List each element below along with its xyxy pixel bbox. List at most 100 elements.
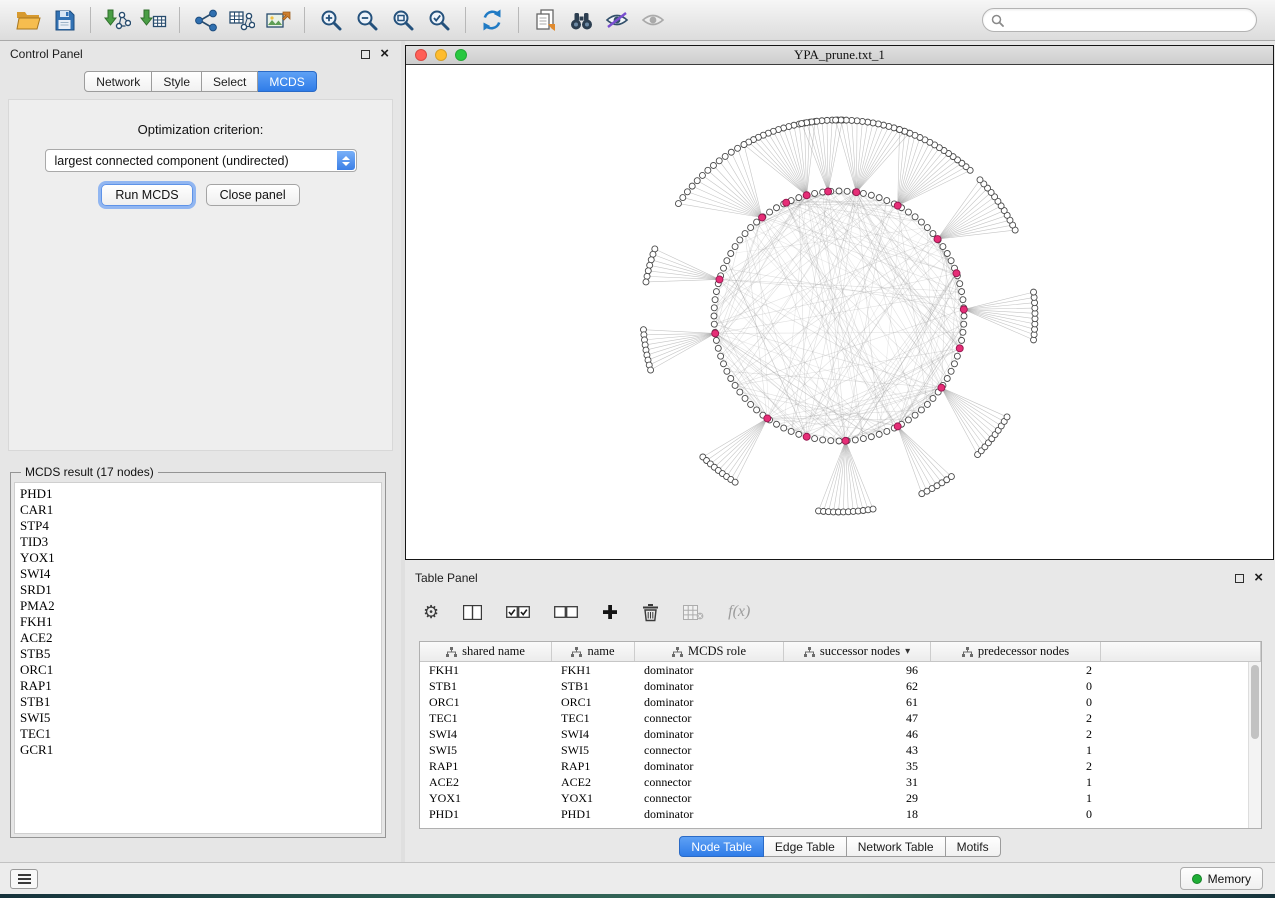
- tab-select[interactable]: Select: [202, 71, 258, 92]
- table-cell: 2: [931, 758, 1101, 774]
- find-button[interactable]: [563, 4, 599, 36]
- tab-motifs[interactable]: Motifs: [946, 836, 1001, 857]
- column-header-MCDS-role[interactable]: MCDS role: [635, 642, 784, 661]
- criterion-dropdown[interactable]: largest connected component (undirected): [45, 149, 357, 172]
- table-settings-gear-icon[interactable]: ⚙: [423, 603, 439, 621]
- table-row[interactable]: FKH1FKH1dominator962: [420, 662, 1261, 678]
- export-image-button[interactable]: [260, 4, 296, 36]
- import-network-button[interactable]: [99, 4, 135, 36]
- network-view-window: YPA_prune.txt_1: [405, 45, 1274, 560]
- mcds-result-item[interactable]: STB5: [20, 646, 381, 662]
- search-input[interactable]: [1010, 13, 1248, 27]
- table-row[interactable]: SWI4SWI4dominator462: [420, 726, 1261, 742]
- tab-network[interactable]: Network: [84, 71, 152, 92]
- table-row[interactable]: ORC1ORC1dominator610: [420, 694, 1261, 710]
- zoom-out-button[interactable]: [349, 4, 385, 36]
- column-header-successor-nodes[interactable]: successor nodes▾: [784, 642, 931, 661]
- new-network-button[interactable]: [188, 4, 224, 36]
- table-cell: dominator: [635, 662, 784, 678]
- delete-column-icon[interactable]: [642, 603, 659, 622]
- criterion-selected-value: largest connected component (undirected): [55, 154, 289, 168]
- table-cell: 96: [784, 662, 931, 678]
- eye-icon: [640, 10, 666, 30]
- status-bar: Memory: [0, 862, 1275, 894]
- mcds-result-item[interactable]: PMA2: [20, 598, 381, 614]
- table-cell: 2: [931, 710, 1101, 726]
- hide-selected-button[interactable]: [599, 4, 635, 36]
- tab-node-table[interactable]: Node Table: [679, 836, 764, 857]
- select-all-icon[interactable]: [506, 606, 530, 618]
- mcds-result-item[interactable]: TEC1: [20, 726, 381, 742]
- show-columns-icon[interactable]: [463, 605, 482, 620]
- table-row[interactable]: TEC1TEC1connector472: [420, 710, 1261, 726]
- zoom-in-button[interactable]: [313, 4, 349, 36]
- window-minimize-button[interactable]: [435, 49, 447, 61]
- tab-style[interactable]: Style: [152, 71, 202, 92]
- column-header-name[interactable]: name: [552, 642, 635, 661]
- float-table-panel-icon[interactable]: [1235, 574, 1244, 583]
- zoom-fit-button[interactable]: [385, 4, 421, 36]
- table-toolbar: ⚙: [405, 591, 1275, 633]
- deselect-all-icon[interactable]: [554, 606, 578, 618]
- tab-edge-table[interactable]: Edge Table: [764, 836, 847, 857]
- main-toolbar: [0, 0, 1275, 41]
- table-row[interactable]: PHD1PHD1dominator180: [420, 806, 1261, 822]
- status-menu-button[interactable]: [10, 869, 38, 889]
- mcds-result-item[interactable]: FKH1: [20, 614, 381, 630]
- mcds-result-item[interactable]: RAP1: [20, 678, 381, 694]
- open-file-button[interactable]: [10, 4, 46, 36]
- mcds-result-item[interactable]: STP4: [20, 518, 381, 534]
- tab-mcds[interactable]: MCDS: [258, 71, 316, 92]
- show-all-button[interactable]: [635, 4, 671, 36]
- table-cell: 2: [931, 662, 1101, 678]
- close-table-panel-icon[interactable]: ×: [1252, 573, 1265, 583]
- table-scrollbar[interactable]: [1248, 662, 1261, 828]
- zoom-selected-button[interactable]: [421, 4, 457, 36]
- float-panel-icon[interactable]: [361, 50, 370, 59]
- mcds-result-item[interactable]: STB1: [20, 694, 381, 710]
- column-header-predecessor-nodes[interactable]: predecessor nodes: [931, 642, 1101, 661]
- window-maximize-button[interactable]: [455, 49, 467, 61]
- mcds-result-item[interactable]: SWI5: [20, 710, 381, 726]
- close-mcds-panel-button[interactable]: Close panel: [206, 184, 300, 206]
- run-mcds-button[interactable]: Run MCDS: [101, 184, 192, 206]
- table-cell: connector: [635, 710, 784, 726]
- copy-button[interactable]: [527, 4, 563, 36]
- table-panel: Table Panel × ⚙: [405, 565, 1275, 860]
- table-row[interactable]: ACE2ACE2connector311: [420, 774, 1261, 790]
- network-canvas[interactable]: [406, 65, 1273, 559]
- column-header-shared-name[interactable]: shared name: [420, 642, 552, 661]
- memory-button[interactable]: Memory: [1180, 867, 1263, 890]
- scrollbar-thumb[interactable]: [1251, 665, 1259, 739]
- import-table-button[interactable]: [135, 4, 171, 36]
- mcds-result-item[interactable]: ORC1: [20, 662, 381, 678]
- table-row[interactable]: STB1STB1dominator620: [420, 678, 1261, 694]
- apply-layout-button[interactable]: [474, 4, 510, 36]
- table-row[interactable]: YOX1YOX1connector291: [420, 790, 1261, 806]
- search-box[interactable]: [982, 8, 1257, 32]
- tab-network-table[interactable]: Network Table: [847, 836, 946, 857]
- mcds-result-item[interactable]: CAR1: [20, 502, 381, 518]
- control-panel: Control Panel × NetworkStyleSelectMCDS O…: [0, 41, 401, 862]
- network-from-table-button[interactable]: [224, 4, 260, 36]
- table-cell: SWI4: [420, 726, 552, 742]
- mcds-result-item[interactable]: GCR1: [20, 742, 381, 758]
- mcds-result-list[interactable]: PHD1CAR1STP4TID3YOX1SWI4SRD1PMA2FKH1ACE2…: [14, 482, 382, 834]
- add-column-icon[interactable]: [602, 604, 618, 620]
- table-cell: 0: [931, 678, 1101, 694]
- mcds-result-item[interactable]: PHD1: [20, 486, 381, 502]
- mcds-result-item[interactable]: YOX1: [20, 550, 381, 566]
- table-cell: RAP1: [552, 758, 635, 774]
- mcds-result-item[interactable]: SWI4: [20, 566, 381, 582]
- mcds-result-item[interactable]: ACE2: [20, 630, 381, 646]
- network-window-titlebar[interactable]: YPA_prune.txt_1: [406, 46, 1273, 65]
- mcds-result-item[interactable]: SRD1: [20, 582, 381, 598]
- table-row[interactable]: RAP1RAP1dominator352: [420, 758, 1261, 774]
- window-close-button[interactable]: [415, 49, 427, 61]
- save-session-button[interactable]: [46, 4, 82, 36]
- toolbar-separator: [304, 7, 305, 33]
- table-cell: 43: [784, 742, 931, 758]
- table-row[interactable]: SWI5SWI5connector431: [420, 742, 1261, 758]
- mcds-result-item[interactable]: TID3: [20, 534, 381, 550]
- close-panel-icon[interactable]: ×: [378, 49, 391, 59]
